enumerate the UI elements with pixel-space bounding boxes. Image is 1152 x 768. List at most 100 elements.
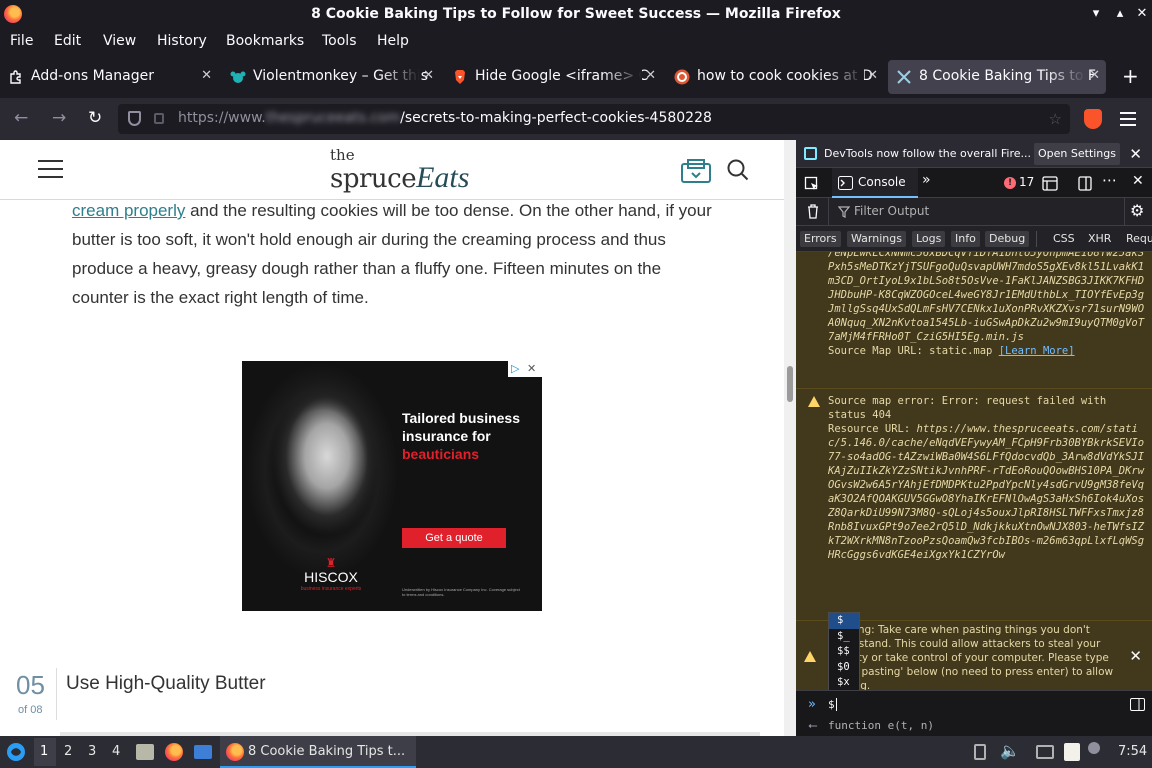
minimize-icon[interactable]: ▾: [1086, 4, 1106, 24]
taskbar-firefox-window[interactable]: 8 Cookie Baking Tips t...: [220, 736, 416, 768]
close-devtools-icon[interactable]: ✕: [1132, 173, 1144, 189]
close-window-icon[interactable]: ✕: [1132, 4, 1152, 24]
autocomplete-item[interactable]: $$: [829, 644, 859, 660]
system-clock: 7:54: [1118, 744, 1148, 759]
devtools-info-icon: [804, 147, 817, 160]
tab-cookie-baking-tips[interactable]: 8 Cookie Baking Tips to F ✕: [888, 60, 1106, 94]
filter-logs-button[interactable]: Logs: [912, 231, 946, 247]
autocomplete-item[interactable]: $0: [829, 660, 859, 676]
window-title: 8 Cookie Baking Tips to Follow for Sweet…: [311, 6, 841, 22]
error-count-icon[interactable]: !: [1004, 177, 1016, 189]
menu-help[interactable]: Help: [377, 33, 409, 49]
page-scrollbar-thumb[interactable]: [787, 366, 793, 402]
start-menu-icon[interactable]: [6, 742, 26, 762]
menu-view[interactable]: View: [103, 33, 136, 49]
tab-violentmonkey[interactable]: Violentmonkey – Get this ✕: [222, 60, 440, 94]
adchoices-icon[interactable]: ▷ ✕: [508, 361, 542, 377]
menu-tools[interactable]: Tools: [322, 33, 357, 49]
tab-close-icon[interactable]: ✕: [423, 68, 434, 83]
notes-icon[interactable]: [1064, 743, 1080, 761]
ad-headline: Tailored business insurance for beautici…: [402, 410, 520, 462]
console-icon: [838, 176, 853, 190]
dock-side-icon[interactable]: [1078, 175, 1094, 191]
close-paste-warning-icon[interactable]: ✕: [1129, 647, 1142, 665]
element-picker-icon[interactable]: [804, 176, 820, 192]
new-tab-button[interactable]: +: [1122, 64, 1139, 88]
volume-icon[interactable]: 🔈: [1000, 741, 1020, 760]
puzzle-icon: [10, 70, 21, 84]
filter-debug-button[interactable]: Debug: [985, 231, 1030, 247]
site-menu-icon[interactable]: [38, 160, 63, 178]
ad-close-icon[interactable]: ✕: [527, 361, 536, 377]
autocomplete-item[interactable]: $x: [829, 675, 859, 691]
warning-icon: [808, 396, 820, 407]
filter-info-button[interactable]: Info: [951, 231, 980, 247]
back-arrow-icon[interactable]: ←: [14, 108, 28, 128]
tab-close-icon[interactable]: ✕: [645, 68, 656, 83]
filter-xhr-button[interactable]: XHR: [1088, 231, 1111, 247]
text-caret: [836, 698, 837, 711]
workspace-4[interactable]: 4: [112, 744, 120, 759]
close-notification-icon[interactable]: ✕: [1129, 145, 1142, 163]
clear-console-trash-icon[interactable]: [807, 204, 819, 219]
tab-strip: Add-ons Manager ✕ Violentmonkey – Get th…: [0, 58, 1152, 96]
cream-properly-link[interactable]: cream properly: [72, 201, 185, 220]
workspace-2[interactable]: 2: [64, 744, 72, 759]
menu-edit[interactable]: Edit: [54, 33, 81, 49]
filter-requests-button[interactable]: Requ: [1126, 231, 1152, 247]
tab-duckduckgo-search[interactable]: how to cook cookies at D ✕: [666, 60, 884, 94]
reload-icon[interactable]: ↻: [88, 108, 102, 128]
console-input[interactable]: » $: [796, 690, 1152, 718]
network-icon[interactable]: [1036, 745, 1054, 759]
autocomplete-item[interactable]: $: [829, 613, 859, 629]
maximize-icon[interactable]: ▴: [1110, 4, 1130, 24]
workspace-3[interactable]: 3: [88, 744, 96, 759]
firefox-launcher-icon[interactable]: [165, 743, 183, 761]
filter-errors-button[interactable]: Errors: [800, 231, 841, 247]
clipboard-icon[interactable]: [974, 744, 986, 760]
menu-file[interactable]: File: [10, 33, 33, 49]
tracking-protection-shield-icon[interactable]: [128, 111, 141, 126]
console-settings-gear-icon[interactable]: ⚙: [1130, 201, 1144, 220]
tab-hide-google-iframe[interactable]: Hide Google <iframe> C ✕: [444, 60, 662, 94]
site-lock-icon[interactable]: [154, 113, 164, 124]
notification-bell-icon[interactable]: [1088, 742, 1100, 754]
tab-close-icon[interactable]: ✕: [1089, 68, 1100, 83]
search-icon[interactable]: [726, 158, 750, 184]
autocomplete-item[interactable]: $_: [829, 629, 859, 645]
show-desktop-icon[interactable]: [194, 745, 212, 759]
tab-close-icon[interactable]: ✕: [867, 68, 878, 83]
learn-more-link[interactable]: [Learn More]: [999, 345, 1075, 357]
console-toolbar: Filter Output ⚙: [796, 198, 1152, 226]
ad-get-quote-button[interactable]: Get a quote: [402, 528, 506, 548]
url-bar[interactable]: https://www.thespruceeats.com/secrets-to…: [118, 104, 1070, 134]
forward-arrow-icon[interactable]: →: [52, 108, 66, 128]
workspace-1[interactable]: 1: [40, 744, 48, 759]
filter-css-button[interactable]: CSS: [1053, 231, 1075, 247]
result-arrow-icon: ⭠: [808, 718, 818, 732]
menu-bookmarks[interactable]: Bookmarks: [226, 33, 304, 49]
recipe-box-icon[interactable]: [680, 158, 712, 184]
more-tools-chevron-icon[interactable]: »: [922, 172, 931, 188]
tab-addons-manager[interactable]: Add-ons Manager ✕: [0, 60, 218, 94]
site-logo[interactable]: the spruceEats: [330, 148, 469, 193]
page-scrollbar[interactable]: [784, 140, 796, 736]
brave-extension-icon[interactable]: [1084, 109, 1102, 129]
open-settings-button[interactable]: Open Settings: [1034, 143, 1120, 165]
tab-close-icon[interactable]: ✕: [201, 68, 212, 83]
file-manager-icon[interactable]: [136, 744, 154, 760]
url-text[interactable]: https://www.thespruceeats.com/secrets-to…: [178, 110, 712, 126]
filter-warnings-button[interactable]: Warnings: [847, 231, 906, 247]
bookmark-star-icon[interactable]: ☆: [1049, 110, 1062, 128]
tab-console[interactable]: Console: [832, 168, 918, 198]
responsive-design-icon[interactable]: [1042, 176, 1058, 191]
error-count[interactable]: 17: [1019, 175, 1034, 189]
app-menu-icon[interactable]: [1120, 112, 1136, 126]
menu-history[interactable]: History: [157, 33, 207, 49]
minified-file-url[interactable]: /eNpLwKLCxNNmc56xBDCqVfiDfA1bnto5yOnpmAE…: [828, 252, 1146, 344]
resource-url-link[interactable]: https://www.thespruceeats.com/static/5.1…: [828, 423, 1144, 561]
filter-output-input[interactable]: Filter Output: [854, 204, 929, 218]
more-options-icon[interactable]: ⋯: [1102, 171, 1118, 189]
multiline-editor-toggle-icon[interactable]: [1130, 698, 1145, 711]
advertisement-banner[interactable]: Tailored business insurance for beautici…: [242, 361, 542, 611]
